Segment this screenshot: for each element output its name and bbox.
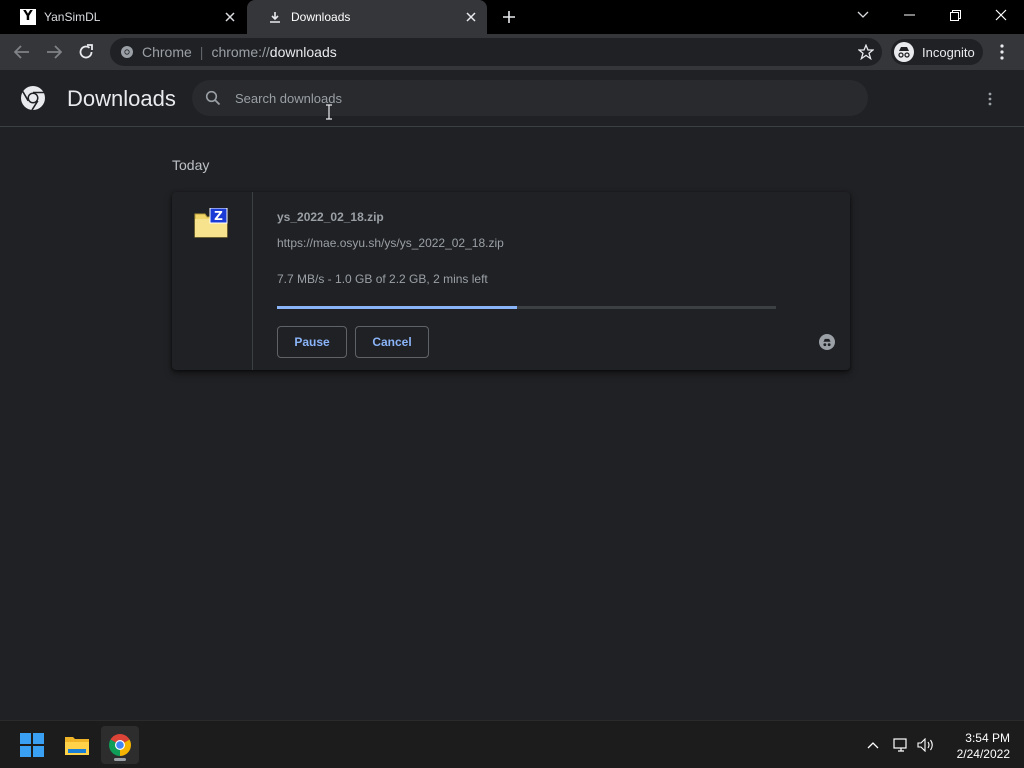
windows-logo-icon: [20, 733, 44, 757]
incognito-download-icon: [819, 334, 835, 350]
taskbar-clock[interactable]: 3:54 PM 2/24/2022: [940, 730, 1010, 762]
tab-title: Downloads: [291, 10, 351, 24]
chrome-taskbar-button[interactable]: [101, 726, 139, 764]
folder-icon: [65, 737, 89, 755]
page-title: Downloads: [67, 86, 176, 111]
tab-title: YanSimDL: [44, 10, 101, 24]
zip-file-icon: Z: [194, 208, 228, 238]
file-explorer-button[interactable]: [58, 726, 96, 764]
chrome-menu-icon[interactable]: [992, 41, 1012, 63]
restore-button[interactable]: [932, 0, 978, 30]
file-name-link[interactable]: ys_2022_02_18.zip: [277, 210, 384, 224]
active-app-indicator: [114, 758, 126, 761]
show-hidden-icons-chevron-icon[interactable]: [863, 735, 883, 755]
clock-date: 2/24/2022: [956, 747, 1010, 761]
download-progress-fill: [277, 306, 517, 309]
cancel-button[interactable]: Cancel: [355, 326, 429, 358]
search-box[interactable]: [192, 80, 868, 116]
minimize-button[interactable]: [886, 0, 932, 30]
taskbar: 3:54 PM 2/24/2022: [0, 720, 1024, 768]
address-bar[interactable]: Chrome | chrome://downloads: [110, 38, 882, 66]
omnibox-separator: |: [199, 44, 204, 60]
forward-button[interactable]: [41, 39, 67, 65]
omnibox-chip-label: Chrome: [142, 44, 192, 60]
incognito-label: Incognito: [922, 44, 975, 60]
yansimdl-favicon-icon: Y: [20, 9, 36, 25]
source-url-link[interactable]: https://mae.osyu.sh/ys/ys_2022_02_18.zip: [277, 236, 504, 250]
downloads-header: Downloads: [0, 70, 1024, 127]
search-icon: [205, 90, 221, 106]
start-button[interactable]: [13, 726, 51, 764]
pause-button[interactable]: Pause: [277, 326, 347, 358]
tab-strip: Y YanSimDL Downloads: [0, 0, 1024, 34]
close-tab-icon[interactable]: [220, 7, 240, 27]
clock-time: 3:54 PM: [965, 731, 1010, 745]
zip-letter: Z: [214, 209, 223, 223]
back-button[interactable]: [9, 39, 35, 65]
tab-yansimdl[interactable]: Y YanSimDL: [0, 0, 246, 34]
url-prefix: chrome://: [211, 44, 270, 60]
close-tab-icon[interactable]: [461, 7, 481, 27]
chrome-page-icon: [120, 45, 134, 59]
downloads-more-actions-icon[interactable]: [981, 88, 999, 110]
chrome-logo-icon: [21, 86, 45, 110]
volume-icon[interactable]: [916, 735, 936, 755]
download-icon: [267, 9, 283, 25]
new-tab-button[interactable]: [498, 6, 520, 28]
date-group-label: Today: [172, 157, 210, 173]
incognito-icon: [894, 42, 914, 62]
download-status: 7.7 MB/s - 1.0 GB of 2.2 GB, 2 mins left: [277, 272, 488, 286]
close-window-button[interactable]: [978, 0, 1024, 30]
tab-downloads[interactable]: Downloads: [247, 0, 487, 34]
download-item: Z ys_2022_02_18.zip https://mae.osyu.sh/…: [172, 192, 850, 370]
incognito-profile-button[interactable]: Incognito: [891, 39, 983, 65]
reload-button[interactable]: [73, 39, 99, 65]
network-icon[interactable]: [891, 735, 911, 755]
url-host: downloads: [269, 44, 337, 60]
bookmark-star-icon[interactable]: [857, 43, 875, 61]
download-progress-bar: [277, 306, 776, 309]
card-divider: [252, 192, 253, 370]
text-cursor-icon: [326, 104, 332, 120]
browser-toolbar: Chrome | chrome://downloads Incognito: [0, 34, 1024, 70]
tab-search-icon[interactable]: [840, 0, 886, 30]
chrome-icon: [109, 734, 131, 756]
